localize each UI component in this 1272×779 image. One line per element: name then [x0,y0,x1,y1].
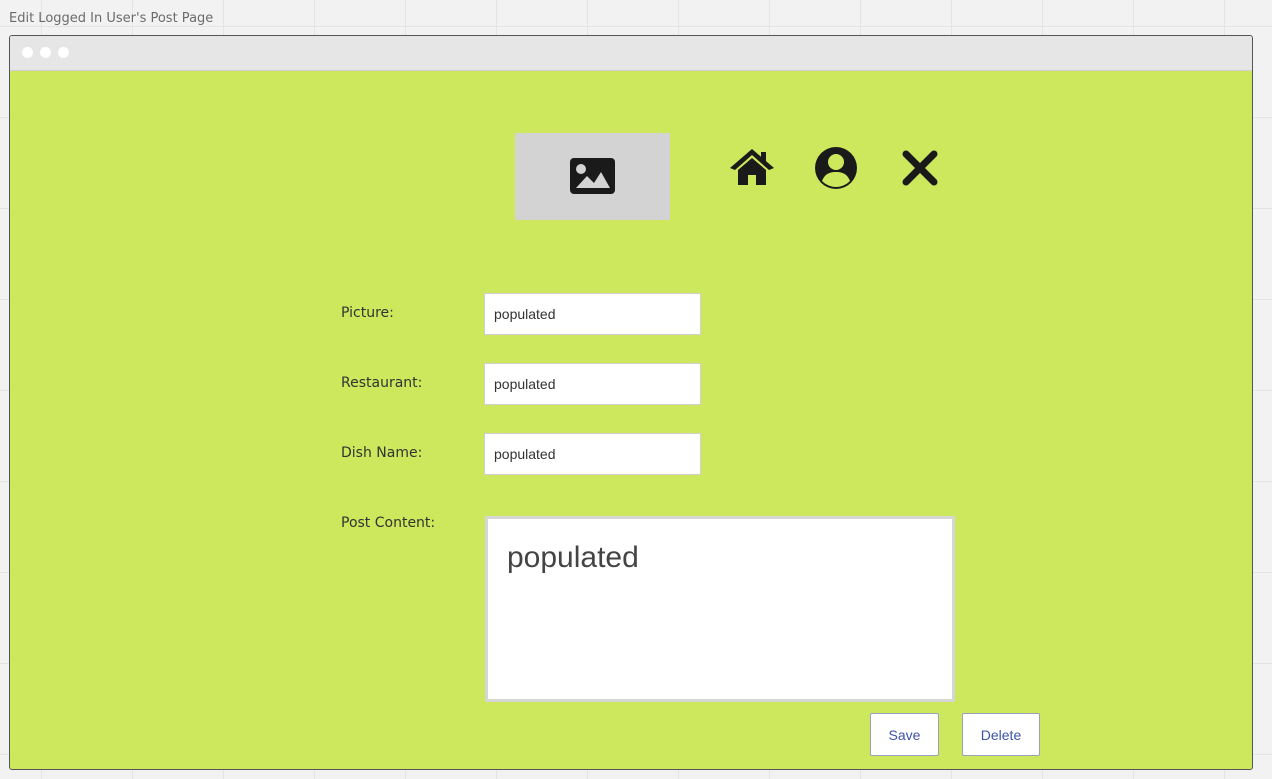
image-placeholder [515,133,670,220]
dish-name-input[interactable]: populated [484,433,701,475]
window-titlebar [10,36,1252,71]
window-dot [40,47,51,58]
board-title: Edit Logged In User's Post Page [9,11,214,26]
browser-window: Picture: populated Restaurant: populated… [9,35,1253,770]
restaurant-input[interactable]: populated [484,363,701,405]
home-icon[interactable] [729,145,775,191]
close-icon[interactable] [897,145,943,191]
restaurant-label: Restaurant: [341,375,423,391]
post-content-textarea[interactable]: populated [485,516,955,702]
picture-input[interactable]: populated [484,293,701,335]
window-dot [58,47,69,58]
page-content: Picture: populated Restaurant: populated… [10,71,1252,769]
post-content-label: Post Content: [341,515,436,531]
dish-name-label: Dish Name: [341,445,423,461]
user-circle-icon[interactable] [813,145,859,191]
save-button[interactable]: Save [870,713,939,756]
delete-button[interactable]: Delete [962,713,1040,756]
window-dot [22,47,33,58]
image-icon [570,158,615,194]
picture-label: Picture: [341,305,394,321]
